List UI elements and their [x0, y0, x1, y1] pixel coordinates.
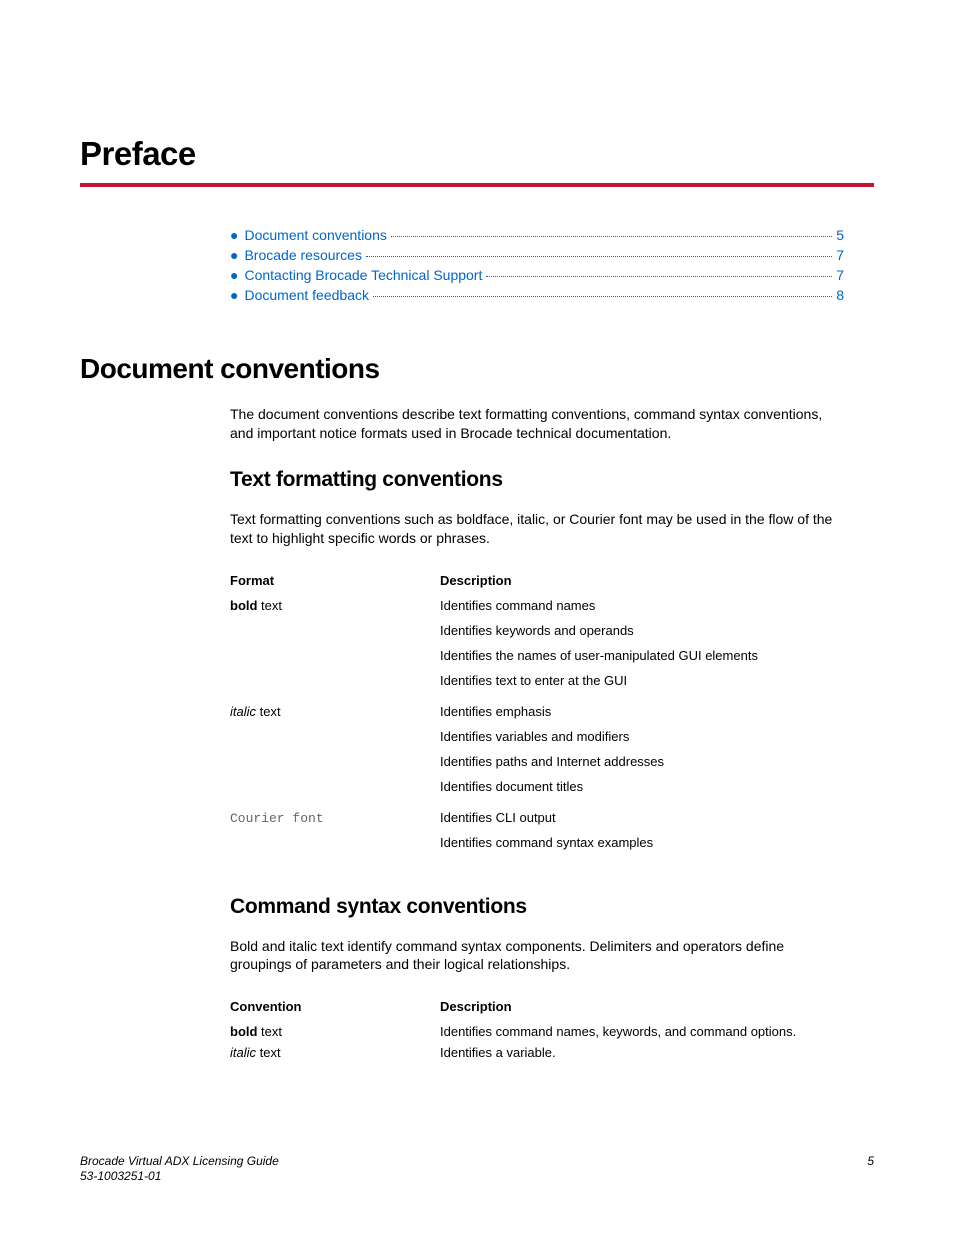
header-description: Description	[440, 573, 844, 588]
table-row: bold text Identifies command names Ident…	[230, 598, 844, 698]
toc-leader	[373, 296, 832, 297]
desc-line: Identifies command names	[440, 598, 844, 613]
desc-line: Identifies keywords and operands	[440, 623, 844, 638]
description-cell: Identifies a variable.	[440, 1045, 844, 1060]
bullet-icon: ●	[230, 267, 238, 283]
desc-line: Identifies document titles	[440, 779, 844, 794]
toc-page: 5	[836, 227, 844, 243]
toc-link-brocade-resources[interactable]: Brocade resources	[244, 247, 362, 263]
format-cell: Courier font	[230, 810, 440, 860]
footer-page-number: 5	[867, 1154, 874, 1185]
toc-page: 7	[836, 247, 844, 263]
subsection-heading-command-syntax: Command syntax conventions	[230, 895, 874, 919]
toc-link-document-conventions[interactable]: Document conventions	[244, 227, 386, 243]
table-row: italic text Identifies emphasis Identifi…	[230, 704, 844, 804]
desc-line: Identifies variables and modifiers	[440, 729, 844, 744]
title-rule	[80, 183, 874, 187]
text-formatting-table: Format Description bold text Identifies …	[230, 573, 844, 860]
table-header-row: Format Description	[230, 573, 844, 588]
description-cell: Identifies command names, keywords, and …	[440, 1024, 844, 1039]
subsection-heading-text-formatting: Text formatting conventions	[230, 468, 874, 492]
header-convention: Convention	[230, 999, 440, 1014]
toc-leader	[366, 256, 832, 257]
table-row: bold text Identifies command names, keyw…	[230, 1024, 844, 1039]
toc-item: ● Brocade resources 7	[230, 247, 844, 263]
toc-item: ● Document conventions 5	[230, 227, 844, 243]
bullet-icon: ●	[230, 247, 238, 263]
convention-cell: italic text	[230, 1045, 440, 1060]
table-row: Courier font Identifies CLI output Ident…	[230, 810, 844, 860]
desc-line: Identifies emphasis	[440, 704, 844, 719]
header-format: Format	[230, 573, 440, 588]
format-cell: italic text	[230, 704, 440, 804]
toc-item: ● Contacting Brocade Technical Support 7	[230, 267, 844, 283]
footer-left: Brocade Virtual ADX Licensing Guide 53-1…	[80, 1154, 279, 1185]
description-cell: Identifies emphasis Identifies variables…	[440, 704, 844, 804]
bullet-icon: ●	[230, 227, 238, 243]
convention-cell: bold text	[230, 1024, 440, 1039]
toc-leader	[486, 276, 832, 277]
section-intro: The document conventions describe text f…	[230, 405, 844, 443]
header-description: Description	[440, 999, 844, 1014]
description-cell: Identifies command names Identifies keyw…	[440, 598, 844, 698]
desc-line: Identifies command syntax examples	[440, 835, 844, 850]
section-heading-document-conventions: Document conventions	[80, 353, 874, 385]
toc-item: ● Document feedback 8	[230, 287, 844, 303]
toc-page: 8	[836, 287, 844, 303]
desc-line: Identifies the names of user-manipulated…	[440, 648, 844, 663]
format-cell: bold text	[230, 598, 440, 698]
table-row: italic text Identifies a variable.	[230, 1045, 844, 1060]
desc-line: Identifies text to enter at the GUI	[440, 673, 844, 688]
footer-doc-number: 53-1003251-01	[80, 1169, 279, 1185]
page-title: Preface	[80, 135, 874, 173]
footer-guide-title: Brocade Virtual ADX Licensing Guide	[80, 1154, 279, 1170]
toc-page: 7	[836, 267, 844, 283]
page-footer: Brocade Virtual ADX Licensing Guide 53-1…	[80, 1154, 874, 1185]
bullet-icon: ●	[230, 287, 238, 303]
table-of-contents: ● Document conventions 5 ● Brocade resou…	[230, 227, 844, 303]
toc-link-technical-support[interactable]: Contacting Brocade Technical Support	[244, 267, 482, 283]
subsection-intro: Bold and italic text identify command sy…	[230, 937, 844, 975]
command-syntax-table: Convention Description bold text Identif…	[230, 999, 844, 1060]
subsection-intro: Text formatting conventions such as bold…	[230, 510, 844, 548]
table-header-row: Convention Description	[230, 999, 844, 1014]
desc-line: Identifies CLI output	[440, 810, 844, 825]
toc-leader	[391, 236, 832, 237]
desc-line: Identifies paths and Internet addresses	[440, 754, 844, 769]
description-cell: Identifies CLI output Identifies command…	[440, 810, 844, 860]
toc-link-document-feedback[interactable]: Document feedback	[244, 287, 369, 303]
